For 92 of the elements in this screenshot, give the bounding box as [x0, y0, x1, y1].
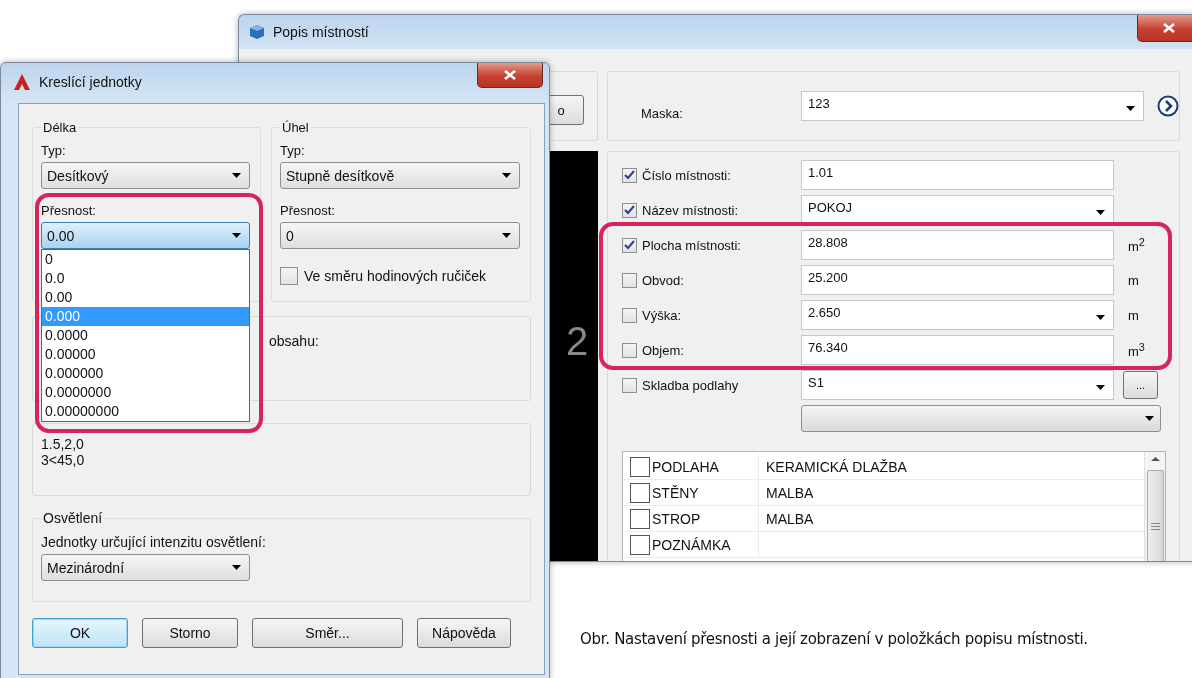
field-label: Jednotky určující intenzitu osvětlení:: [41, 534, 266, 550]
sample-output-text: 1.5,2,0: [41, 436, 85, 452]
caret-icon: [232, 565, 241, 570]
caret-icon: [1096, 384, 1105, 390]
field-label: Číslo místnosti:: [642, 167, 731, 183]
table-cell-text: KERAMICKÁ DLAŽBA: [765, 458, 907, 475]
list-option[interactable]: 0.00000: [42, 345, 249, 364]
dialog-button[interactable]: Směr...: [252, 618, 403, 648]
window-title: Popis místností: [273, 24, 369, 40]
caret-icon: [1145, 416, 1154, 421]
list-option[interactable]: 0: [42, 250, 249, 269]
table-cell-text: MALBA: [765, 510, 814, 527]
checkbox[interactable]: [622, 307, 637, 323]
table-cell: STROP: [650, 506, 759, 531]
checkbox[interactable]: [630, 482, 650, 503]
group-title: Úhel: [281, 120, 310, 135]
unit-label: m$^{3}$: [1128, 340, 1146, 360]
list-option[interactable]: 0.0000: [42, 326, 249, 345]
dialog-button[interactable]: Storno: [142, 618, 238, 648]
dropdown[interactable]: 0.00: [41, 222, 250, 249]
table-cell-text: MALBA: [765, 484, 814, 501]
dialog-button[interactable]: Nápověda: [417, 618, 511, 648]
dropdown[interactable]: Desítkový: [41, 162, 250, 189]
text-field[interactable]: 1.01: [801, 160, 1114, 190]
checkbox[interactable]: [622, 377, 637, 393]
caret-icon: [232, 173, 241, 178]
unit-label: m$^{2}$: [1128, 235, 1146, 255]
dropdown[interactable]: POKOJ: [801, 195, 1114, 225]
text-field[interactable]: 25.200: [801, 265, 1114, 295]
caret-icon: [1126, 105, 1135, 111]
checkbox[interactable]: [622, 237, 637, 253]
cube-icon: [249, 24, 265, 40]
caret-icon: [232, 233, 241, 238]
dropdown[interactable]: [801, 405, 1161, 432]
checkbox[interactable]: [630, 456, 650, 477]
field-label: Typ:: [280, 143, 305, 158]
list-option[interactable]: 0.00000000: [42, 402, 249, 421]
scrollbar[interactable]: [1144, 452, 1165, 561]
dropdown[interactable]: 0: [280, 222, 520, 249]
caret-icon: [1096, 209, 1105, 215]
checkbox[interactable]: [630, 508, 650, 529]
field-label: Název místnosti:: [642, 202, 739, 218]
window-title: Kreslící jednotky: [39, 74, 142, 90]
text-field[interactable]: 28.808: [801, 230, 1114, 260]
close-button[interactable]: [477, 63, 543, 88]
sample-output-text: 3<45,0: [41, 452, 86, 468]
list-option[interactable]: 0.00: [42, 288, 249, 307]
dialog-button[interactable]: OK: [32, 618, 128, 648]
close-button[interactable]: [1137, 15, 1192, 42]
dropdown[interactable]: Stupně desítkově: [280, 162, 520, 189]
scroll-thumb[interactable]: [1146, 470, 1164, 561]
close-icon: [504, 70, 516, 80]
caret-icon: [1096, 314, 1105, 320]
list-option[interactable]: 0.0000000: [42, 383, 249, 402]
field-label: obsahu:: [269, 333, 319, 349]
dropdown[interactable]: Mezinárodní: [41, 554, 250, 581]
close-icon: [1163, 23, 1175, 33]
checkbox[interactable]: [280, 267, 298, 285]
field-label: Maska:: [641, 104, 684, 121]
field-label: Typ:: [41, 143, 66, 158]
field-label: Obvod:: [642, 272, 684, 288]
dropdown[interactable]: S1: [801, 370, 1114, 400]
checkbox[interactable]: [622, 272, 637, 288]
dropdown[interactable]: 2.650: [801, 300, 1114, 330]
field-label: Výška:: [642, 307, 681, 323]
preview-text: 2: [566, 319, 589, 364]
group-title: Osvětlení: [42, 510, 104, 526]
field-label: Objem:: [642, 342, 684, 358]
unit-label: m: [1128, 307, 1140, 323]
caret-icon: [502, 233, 511, 238]
letter-a-logo-icon: [13, 73, 31, 91]
field-label: Přesnost:: [41, 203, 96, 218]
checkbox[interactable]: [622, 202, 637, 218]
mask-dropdown[interactable]: 123: [801, 91, 1144, 121]
text-field[interactable]: 76.340: [801, 335, 1114, 365]
checkbox[interactable]: [630, 534, 650, 555]
checkbox[interactable]: [622, 167, 637, 183]
group-title: Délka: [42, 120, 78, 135]
checkbox-label: Ve směru hodinových ručiček: [304, 268, 487, 284]
checkbox[interactable]: [622, 342, 637, 358]
list-option[interactable]: 0.000000: [42, 364, 249, 383]
caret-icon: [502, 173, 511, 178]
figure-caption: Obr. Nastavení přesnosti a její zobrazení v položkách popisu místnosti.: [580, 630, 1088, 648]
field-label: Přesnost:: [280, 203, 335, 218]
list-option[interactable]: 0.0: [42, 269, 249, 288]
field-label: Plocha místnosti:: [642, 237, 741, 253]
table-cell: STĚNY: [650, 480, 759, 505]
browse-button[interactable]: ...: [1123, 371, 1158, 399]
unit-label: m: [1128, 272, 1140, 288]
field-label: Skladba podlahy: [642, 377, 739, 393]
table-cell: POZNÁMKA: [650, 532, 759, 557]
table-cell: PODLAHA: [650, 454, 759, 479]
